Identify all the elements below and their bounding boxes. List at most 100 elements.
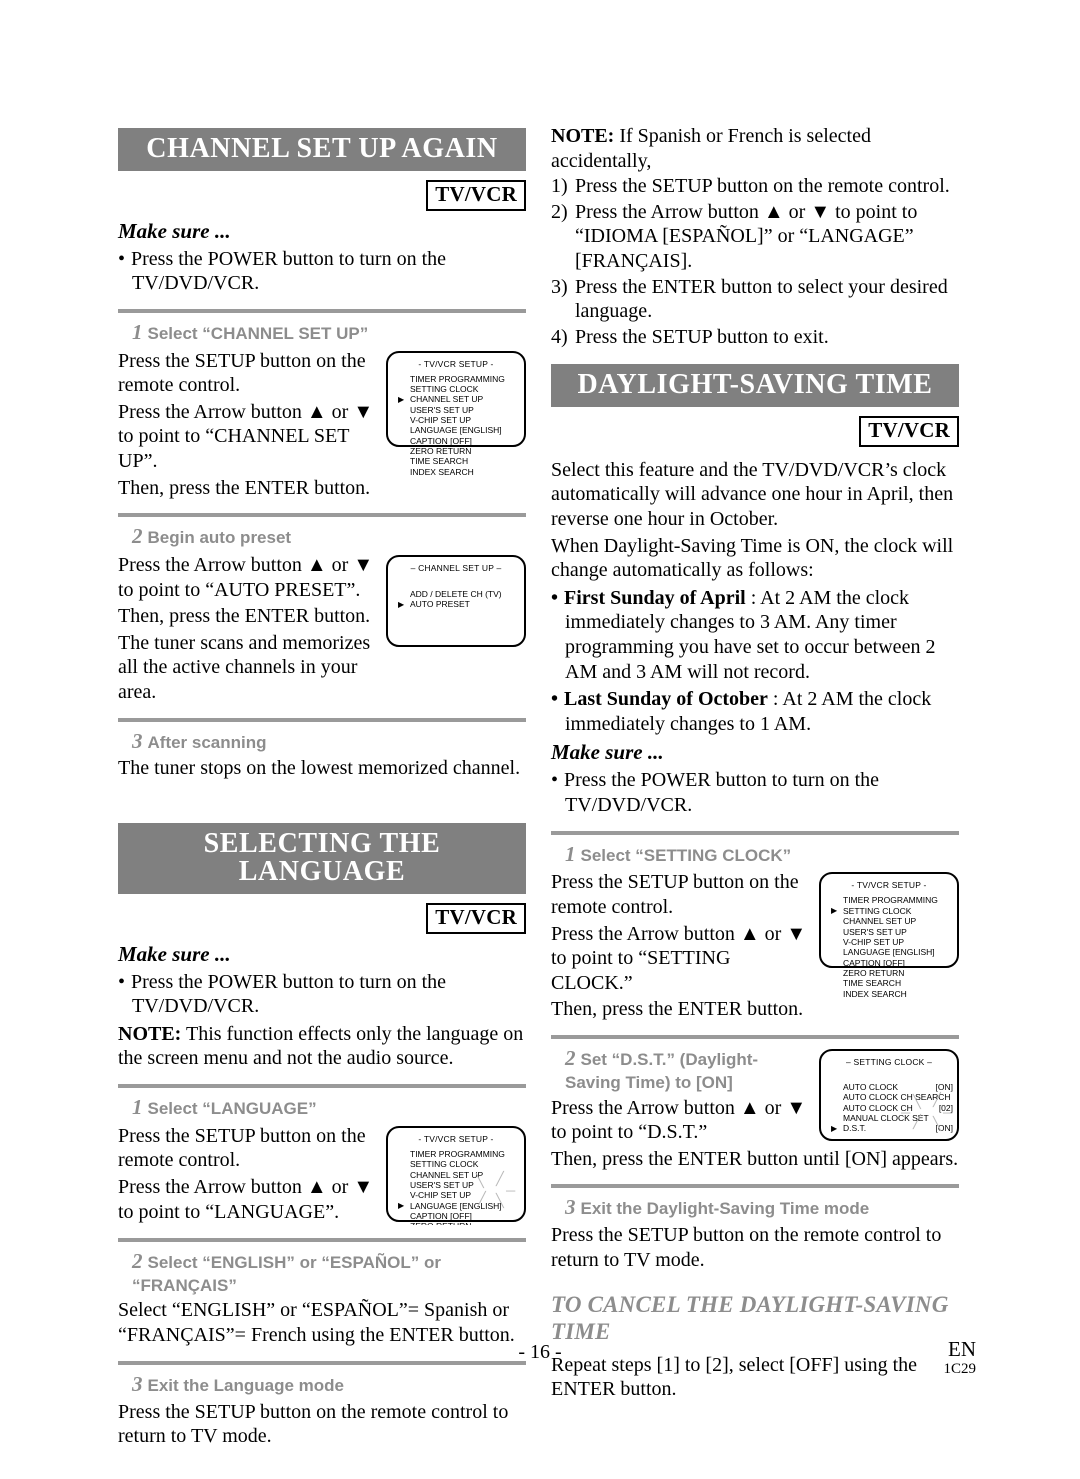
osd-item: LANGUAGE [ENGLISH] bbox=[410, 425, 520, 435]
step-body-language-1: - TV/VCR SETUP - TIMER PROGRAMMING SETTI… bbox=[118, 1122, 526, 1225]
osd-item: V-CHIP SET UP bbox=[410, 1190, 520, 1200]
make-sure-label-daylight: Make sure ... bbox=[551, 740, 664, 765]
osd-item-label: INDEX SEARCH bbox=[410, 466, 474, 477]
osd-item-label: TIMER PROGRAMMING bbox=[843, 895, 938, 906]
osd-item: TIME SEARCH bbox=[843, 978, 953, 988]
section-header-channel-setup: CHANNEL SET UP AGAIN bbox=[118, 128, 526, 171]
osd-item-value: [ON] bbox=[935, 1123, 953, 1134]
osd-item-selected: ▶ SETTING CLOCK bbox=[831, 905, 953, 916]
osd-item-label: CHANNEL SET UP bbox=[410, 1169, 484, 1180]
step-heading-channel-3: 3 After scanning bbox=[118, 728, 526, 755]
daylight-intro-1: Select this feature and the TV/DVD/VCR’s… bbox=[551, 458, 954, 531]
divider bbox=[118, 513, 526, 518]
osd-item-label: V-CHIP SET UP bbox=[843, 936, 905, 947]
osd-item-label: SETTING CLOCK bbox=[410, 383, 479, 394]
osd-item-value: [ON] bbox=[935, 1082, 953, 1093]
osd-item: SETTING CLOCK bbox=[410, 1159, 520, 1169]
step-heading-daylight-2: 2 Set “D.S.T.” (Daylight-Saving Time) to … bbox=[551, 1045, 833, 1094]
step-label: Select “ENGLISH” or “ESPAÑOL” or “FRANÇA… bbox=[132, 1252, 441, 1295]
section-header-selecting-language: SELECTING THE LANGUAGE bbox=[118, 823, 526, 895]
divider bbox=[118, 717, 526, 722]
note-label: NOTE: bbox=[118, 1022, 182, 1045]
osd-item: SETTING CLOCK bbox=[410, 384, 520, 394]
list-item-text: Press the Arrow button ▲ or ▼ to point t… bbox=[575, 200, 918, 272]
make-sure-label-channel: Make sure ... bbox=[118, 218, 231, 243]
osd-item-label: V-CHIP SET UP bbox=[410, 415, 472, 426]
step-text: Press the Arrow button ▲ or ▼ to point t… bbox=[118, 400, 374, 472]
step-number: 3 bbox=[132, 728, 143, 753]
osd-item-label: AUTO CLOCK CH SEARCH bbox=[843, 1092, 951, 1103]
osd-item-label: LANGUAGE bbox=[410, 425, 458, 436]
caret-icon: ▶ bbox=[831, 906, 838, 916]
osd-item: V-CHIP SET UP bbox=[843, 937, 953, 947]
divider bbox=[118, 308, 526, 313]
osd-item-selected: ▶ CHANNEL SET UP bbox=[398, 394, 520, 405]
step-text: Then, press the ENTER button. bbox=[118, 605, 371, 628]
osd-item: AUTO CLOCK CH [02] bbox=[843, 1103, 953, 1113]
osd-item-label: CHANNEL SET UP bbox=[843, 916, 917, 927]
osd-item: INDEX SEARCH bbox=[843, 989, 953, 999]
language-accident-note: NOTE: If Spanish or French is selected a… bbox=[551, 124, 959, 173]
osd-item-label: SETTING CLOCK bbox=[843, 905, 912, 916]
divider bbox=[551, 830, 959, 835]
tvvcr-badge: TV/VCR bbox=[426, 180, 526, 211]
step-number: 2 bbox=[565, 1046, 576, 1071]
osd-item: ZERO RETURN bbox=[410, 1221, 520, 1224]
osd-title: – SETTING CLOCK – bbox=[845, 1057, 933, 1068]
osd-item-value: [OFF] bbox=[450, 435, 472, 446]
osd-item: TIMER PROGRAMMING bbox=[410, 374, 520, 384]
power-bullet-daylight: Press the POWER button to turn on the TV… bbox=[551, 768, 959, 817]
step-text: Press the SETUP button on the remote con… bbox=[551, 871, 799, 919]
step-heading-channel-2: 2 Begin auto preset bbox=[118, 523, 526, 550]
right-column: NOTE: If Spanish or French is selected a… bbox=[551, 124, 959, 1402]
divider bbox=[118, 1237, 526, 1242]
osd-item: MANUAL CLOCK SET bbox=[843, 1113, 953, 1123]
step-heading-daylight-3: 3 Exit the Daylight-Saving Time mode bbox=[551, 1194, 959, 1221]
osd-item-label: CHANNEL SET UP bbox=[410, 394, 484, 405]
osd-item-value: [ENGLISH] bbox=[892, 947, 935, 958]
tvvcr-badge: TV/VCR bbox=[859, 416, 959, 447]
step-label: Begin auto preset bbox=[147, 528, 292, 548]
osd-item-label: ADD / DELETE CH (TV) bbox=[410, 589, 502, 600]
bullet-label: Last Sunday of October bbox=[551, 688, 768, 710]
step-text: Press the SETUP button on the remote con… bbox=[118, 349, 366, 397]
osd-item-value: [OFF] bbox=[883, 957, 905, 968]
daylight-bullet-october: Last Sunday of October : At 2 AM the clo… bbox=[551, 687, 959, 736]
step-label: After scanning bbox=[147, 732, 267, 752]
osd-item: CHANNEL SET UP bbox=[843, 916, 953, 926]
osd-item: CAPTION [OFF] bbox=[410, 1211, 520, 1221]
list-item: 4) Press the SETUP button to exit. bbox=[551, 325, 959, 350]
osd-item: TIMER PROGRAMMING bbox=[843, 895, 953, 905]
step-number: 1 bbox=[565, 841, 576, 866]
step-label: Exit the Daylight-Saving Time mode bbox=[580, 1199, 870, 1219]
caret-icon: ▶ bbox=[398, 394, 405, 404]
daylight-intro-2: When Daylight-Saving Time is ON, the clo… bbox=[551, 534, 954, 582]
step-text: Press the Arrow button ▲ or ▼ to point t… bbox=[551, 1096, 807, 1144]
osd-title: - TV/VCR SETUP - bbox=[418, 1133, 494, 1144]
divider bbox=[551, 1035, 959, 1040]
osd-item-label: CAPTION bbox=[410, 1210, 448, 1221]
osd-item-selected: ▶ D.S.T. [ON] bbox=[831, 1123, 953, 1134]
osd-list: TIMER PROGRAMMING SETTING CLOCK CHANNEL … bbox=[388, 1149, 524, 1225]
step-text: The tuner scans and memorizes all the ac… bbox=[118, 631, 371, 703]
step-body-daylight-2: – SETTING CLOCK – AUTO CLOCK [ON] AUTO C… bbox=[551, 1045, 959, 1171]
osd-item: ZERO RETURN bbox=[410, 446, 520, 456]
step-text: Then, press the ENTER button until [ON] … bbox=[551, 1147, 959, 1170]
caret-icon: ▶ bbox=[831, 1123, 838, 1133]
osd-item: TIME SEARCH bbox=[410, 456, 520, 466]
step-number: 1 bbox=[132, 319, 143, 344]
tvvcr-badge: TV/VCR bbox=[426, 903, 526, 934]
divider bbox=[551, 1184, 959, 1189]
osd-item-label: TIME SEARCH bbox=[410, 456, 469, 467]
step-text: Then, press the ENTER button. bbox=[551, 998, 804, 1021]
osd-item-label: USER'S SET UP bbox=[843, 926, 907, 937]
step-text: Press the SETUP button on the remote con… bbox=[118, 1400, 509, 1448]
list-item: 2) Press the Arrow button ▲ or ▼ to poin… bbox=[551, 200, 959, 274]
cancel-daylight-heading: TO CANCEL THE DAYLIGHT-SAVING TIME bbox=[551, 1292, 949, 1345]
list-item-number: 1) bbox=[551, 175, 568, 198]
step-heading-language-2: 2 Select “ENGLISH” or “ESPAÑOL” or “FRANÇ… bbox=[118, 1248, 526, 1297]
step-text: Press the SETUP button on the remote con… bbox=[118, 1124, 366, 1172]
osd-item: ZERO RETURN bbox=[843, 968, 953, 978]
